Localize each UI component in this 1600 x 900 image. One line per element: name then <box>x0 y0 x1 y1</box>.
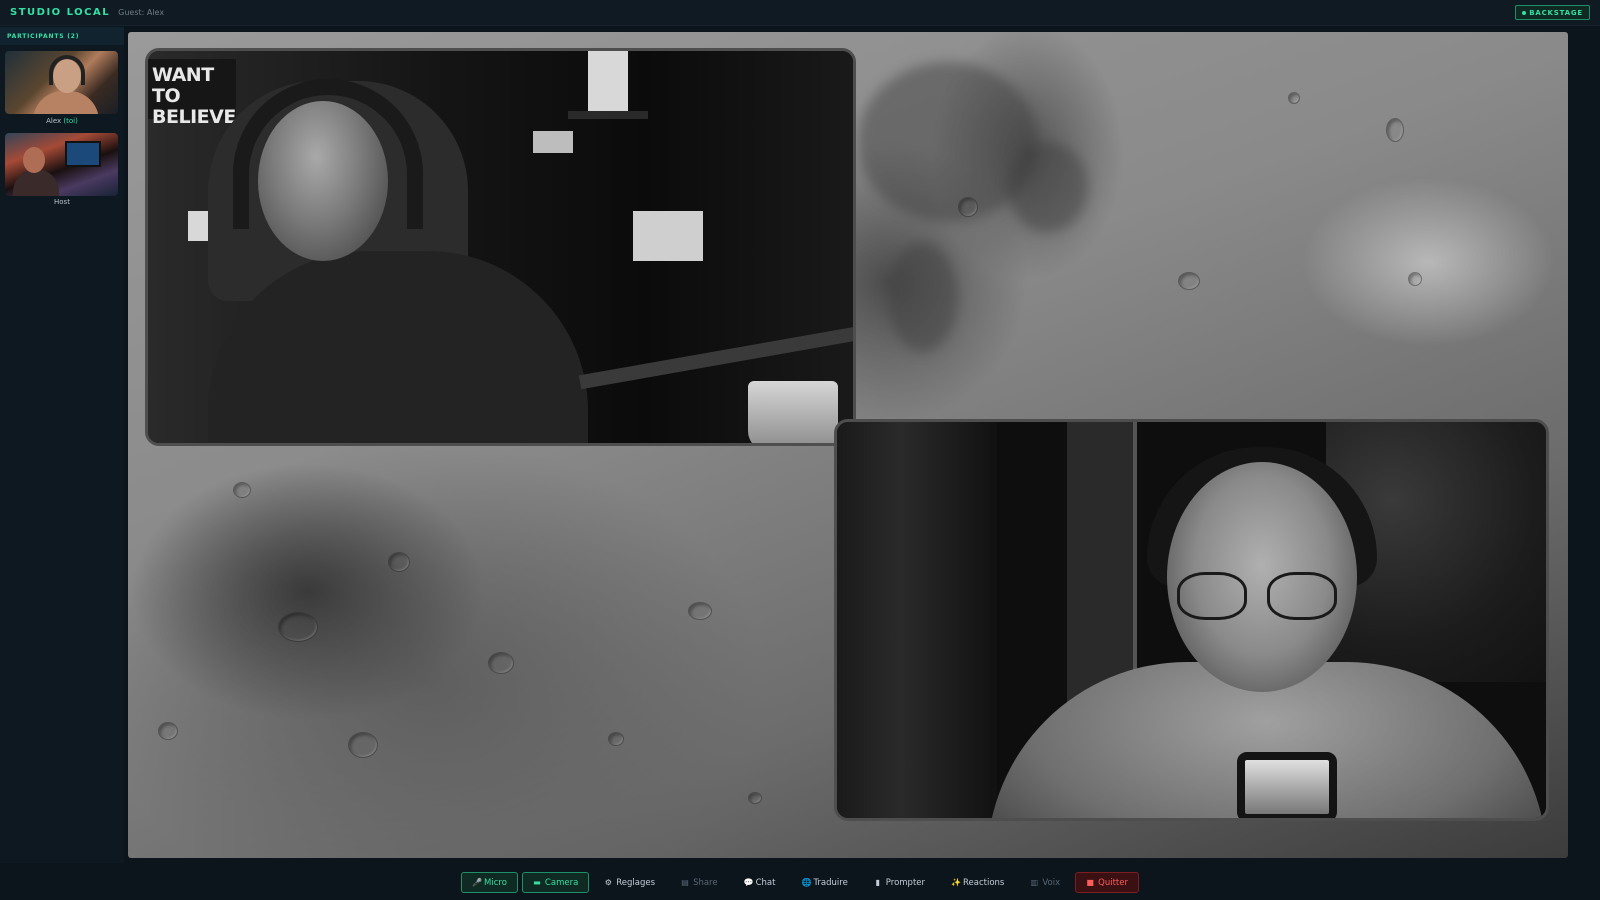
moon-crater <box>233 482 251 498</box>
reglages-button[interactable]: ⚙ Reglages <box>593 872 666 893</box>
participant-label-host: Host <box>0 198 124 206</box>
voix-button[interactable]: ▥ Voix <box>1019 872 1071 893</box>
chat-icon: 💬 <box>743 877 754 887</box>
toolbar-button-label: Reactions <box>963 877 1005 888</box>
voice-icon: ▥ <box>1030 877 1039 887</box>
headphones-icon <box>49 55 85 85</box>
screen-share-icon: ▤ <box>681 877 689 887</box>
participant-label-alex: Alex (toi) <box>0 117 124 125</box>
moon-crater <box>748 792 762 804</box>
participant-face <box>23 147 45 173</box>
share-button[interactable]: ▤ Share <box>670 872 729 893</box>
app-title: STUDIO LOCAL <box>10 7 111 18</box>
moon-crater <box>1288 92 1300 104</box>
moon-crater <box>158 722 178 740</box>
toolbar-button-label: Share <box>693 877 718 888</box>
toolbar-button-label: Chat <box>755 877 776 888</box>
toolbar-button-label: Quitter <box>1098 877 1128 888</box>
moon-mare <box>1008 142 1088 232</box>
shelf-box <box>533 131 573 153</box>
moon-crater <box>1408 272 1422 286</box>
toolbar-button-label: Camera <box>544 877 579 888</box>
exit-icon: ■ <box>1086 877 1094 887</box>
backstage-button[interactable]: BACKSTAGE <box>1515 5 1590 20</box>
stage-canvas: WANT TO BELIEVE <box>128 32 1568 858</box>
top-bar: STUDIO LOCAL Guest: Alex BACKSTAGE <box>0 0 1600 26</box>
video-tile-host[interactable]: WANT TO BELIEVE <box>145 48 856 446</box>
app-window: STUDIO LOCAL Guest: Alex BACKSTAGE PARTI… <box>0 0 1600 900</box>
moon-crater <box>488 652 514 674</box>
guest-label: Guest: Alex <box>118 8 165 17</box>
guest-door <box>837 422 997 818</box>
glasses-icon <box>1177 572 1347 622</box>
moon-crater <box>1386 118 1404 142</box>
backstage-label: BACKSTAGE <box>1529 8 1583 17</box>
gear-icon: ⚙ <box>604 877 612 887</box>
moon-crater <box>1178 272 1200 290</box>
participant-thumbnail-alex[interactable] <box>5 51 118 114</box>
prompter-icon: ▮ <box>875 877 880 887</box>
host-bucket <box>748 381 838 443</box>
reactions-button[interactable]: ✨ Reactions <box>940 872 1015 893</box>
moon-mare <box>888 242 958 352</box>
toolbar-button-label: Reglages <box>616 877 656 888</box>
moon-crater <box>388 552 410 572</box>
camera-icon: ▬ <box>533 877 541 887</box>
toolbar-button-label: Prompter <box>885 877 926 888</box>
bottom-toolbar: 🎤 Micro ▬ Camera ⚙ Reglages ▤ Share 💬 Chat 🌐 Tradui… <box>0 865 1600 900</box>
participant-name: Alex <box>46 117 62 125</box>
mic-icon: 🎤 <box>472 877 482 887</box>
shelf <box>568 111 648 119</box>
prompter-button[interactable]: ▮ Prompter <box>863 872 936 893</box>
traduire-button[interactable]: 🌐 Traduire <box>790 872 858 893</box>
participants-header: PARTICIPANTS (2) <box>0 27 124 45</box>
video-tile-guest[interactable] <box>834 419 1549 821</box>
participants-sidebar: PARTICIPANTS (2) Alex (toi) Host <box>0 27 124 863</box>
chat-button[interactable]: 💬 Chat <box>733 872 787 893</box>
quitter-button[interactable]: ■ Quitter <box>1075 872 1139 893</box>
globe-icon: 🌐 <box>801 877 812 887</box>
moon-crater <box>958 197 978 217</box>
moon-crater <box>348 732 378 758</box>
participant-name: Host <box>54 198 70 206</box>
toolbar-button-label: Traduire <box>813 877 848 888</box>
guest-doorframe <box>1067 422 1137 702</box>
moon-crater <box>688 602 712 620</box>
live-dot-icon <box>1522 10 1527 15</box>
moon-crater <box>608 732 624 746</box>
micro-button[interactable]: 🎤 Micro <box>461 872 518 893</box>
moon-crater <box>278 612 318 642</box>
desk-item <box>188 211 208 241</box>
sparkle-icon: ✨ <box>951 877 961 887</box>
participant-body <box>13 169 59 196</box>
host-window <box>588 51 628 111</box>
participant-thumbnail-host[interactable] <box>5 133 118 196</box>
participant-body <box>33 91 99 114</box>
camera-button[interactable]: ▬ Camera <box>521 872 590 893</box>
monitor-shape <box>65 141 101 167</box>
toolbar-button-label: Voix <box>1042 877 1061 888</box>
host-poster: WANT TO BELIEVE <box>148 59 236 128</box>
you-tag: (toi) <box>63 117 78 125</box>
microphone-icon <box>1237 752 1337 818</box>
toolbar-button-label: Micro <box>484 877 507 888</box>
device-box <box>633 211 703 261</box>
